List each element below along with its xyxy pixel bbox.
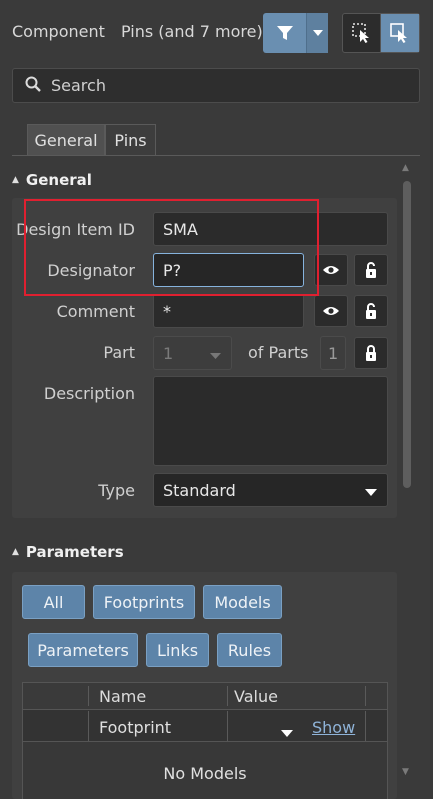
parameters-section-header[interactable]: ▲ Parameters <box>12 543 124 561</box>
filter-summary: Pins (and 7 more) <box>121 22 263 41</box>
filter-dropdown-chevron-icon[interactable] <box>307 13 328 53</box>
scroll-down-icon[interactable]: ▼ <box>402 767 409 777</box>
scrollbar-thumb[interactable] <box>403 181 411 488</box>
column-header-name[interactable]: Name <box>99 687 146 706</box>
designator-unlock-icon[interactable] <box>354 254 388 286</box>
row-value-dropdown-icon[interactable] <box>281 723 293 741</box>
search-box[interactable]: Search <box>12 68 420 103</box>
filter-button[interactable] <box>263 13 328 53</box>
select-inside-icon[interactable] <box>343 14 381 52</box>
filter-icon[interactable] <box>263 13 307 53</box>
type-dropdown-chevron-icon[interactable] <box>365 481 377 500</box>
column-divider <box>88 711 89 741</box>
part-lock-icon[interactable] <box>354 337 388 369</box>
column-divider <box>365 686 366 706</box>
show-link[interactable]: Show <box>312 718 355 737</box>
collapse-triangle-icon: ▲ <box>12 547 19 557</box>
tab-general[interactable]: General <box>27 124 105 156</box>
column-divider <box>365 711 366 741</box>
designator-visibility-eye-icon[interactable] <box>314 254 348 286</box>
filter-chip-all[interactable]: All <box>22 585 85 619</box>
of-parts-label: of Parts <box>248 343 309 362</box>
tab-divider <box>12 155 420 156</box>
filter-chip-rules[interactable]: Rules <box>217 633 282 667</box>
filter-chip-links[interactable]: Links <box>146 633 209 667</box>
parameters-section-title: Parameters <box>25 543 124 561</box>
general-section-header[interactable]: ▲ General <box>12 171 92 189</box>
panel-kind-label: Component <box>12 22 105 41</box>
select-touching-icon[interactable] <box>381 14 419 52</box>
type-value: Standard <box>163 480 236 500</box>
type-label: Type <box>98 481 135 500</box>
parameters-grid-header <box>22 682 388 710</box>
filter-chip-parameters[interactable]: Parameters <box>28 633 138 667</box>
row-name-cell: Footprint <box>99 718 172 737</box>
search-icon <box>25 76 41 96</box>
search-placeholder: Search <box>51 76 106 95</box>
comment-field[interactable]: * <box>153 294 304 328</box>
scroll-up-icon[interactable]: ▲ <box>402 163 409 173</box>
general-section-title: General <box>25 171 92 189</box>
part-value: 1 <box>163 343 174 363</box>
of-parts-value: 1 <box>320 336 346 370</box>
comment-unlock-icon[interactable] <box>354 295 388 327</box>
column-divider <box>227 686 228 706</box>
part-select: 1 <box>153 336 232 370</box>
description-label: Description <box>43 384 135 403</box>
column-divider <box>227 711 228 741</box>
type-select[interactable]: Standard <box>153 473 388 507</box>
highlight-annotation-box <box>24 199 319 296</box>
column-divider <box>88 686 89 706</box>
tab-pins[interactable]: Pins <box>105 124 156 156</box>
comment-label: Comment <box>56 302 135 321</box>
filter-chip-footprints[interactable]: Footprints <box>93 585 195 619</box>
column-header-value[interactable]: Value <box>234 687 278 706</box>
part-dropdown-chevron-icon <box>210 344 221 363</box>
filter-chip-models[interactable]: Models <box>203 585 282 619</box>
part-label: Part <box>103 343 135 362</box>
selection-mode-group <box>342 13 420 53</box>
collapse-triangle-icon: ▲ <box>12 175 19 185</box>
comment-visibility-eye-icon[interactable] <box>314 295 348 327</box>
no-models-text: No Models <box>163 764 247 783</box>
description-field[interactable] <box>153 376 388 466</box>
